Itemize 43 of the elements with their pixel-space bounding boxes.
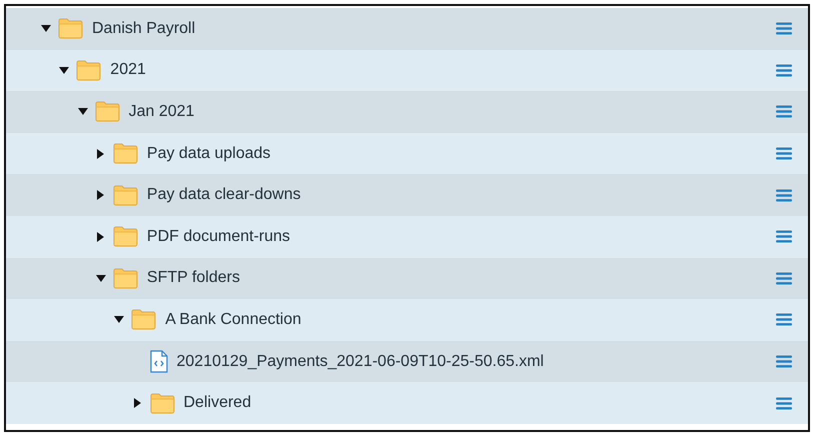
menu-icon[interactable] bbox=[776, 22, 792, 36]
tree-item-label: 2021 bbox=[110, 60, 146, 80]
tree-row[interactable]: PDF document-runs bbox=[6, 216, 808, 258]
tree-row[interactable]: SFTP folders bbox=[6, 258, 808, 300]
tree-row[interactable]: Delivered bbox=[6, 382, 808, 424]
menu-icon[interactable] bbox=[776, 188, 792, 202]
tree-item-label: A Bank Connection bbox=[165, 310, 302, 330]
menu-icon[interactable] bbox=[776, 105, 792, 118]
tree-item-label: Pay data clear-downs bbox=[146, 185, 301, 206]
folder-icon bbox=[94, 101, 120, 122]
tree-row[interactable]: Pay data uploads bbox=[6, 132, 808, 174]
tree-row[interactable]: Pay data clear-downs bbox=[6, 174, 808, 216]
menu-icon[interactable] bbox=[776, 355, 792, 368]
folder-icon bbox=[58, 18, 83, 40]
tree-item-label: 20210129_Payments_2021-06-09T10-25-50.65.xml bbox=[176, 352, 544, 372]
menu-icon[interactable] bbox=[776, 64, 792, 77]
folder-icon bbox=[112, 143, 138, 164]
tree-row[interactable]: Danish Payroll bbox=[6, 8, 808, 50]
tree-row[interactable]: A Bank Connection bbox=[6, 299, 808, 341]
menu-icon[interactable] bbox=[776, 396, 792, 410]
menu-icon[interactable] bbox=[776, 272, 792, 285]
tree-row[interactable]: 2021 bbox=[6, 50, 808, 92]
menu-icon[interactable] bbox=[776, 230, 792, 244]
code-file-icon bbox=[150, 350, 168, 374]
folder-icon bbox=[112, 226, 138, 248]
tree-item-label: PDF document-runs bbox=[146, 226, 290, 247]
tree-row[interactable]: 20210129_Payments_2021-06-09T10-25-50.65.xml bbox=[6, 340, 808, 382]
tree-item-label: Delivered bbox=[184, 393, 252, 414]
folder-icon bbox=[76, 60, 102, 81]
tree-item-label: Pay data uploads bbox=[146, 144, 271, 164]
folder-icon bbox=[150, 392, 174, 414]
expand-caret-icon[interactable] bbox=[132, 397, 144, 410]
menu-icon[interactable] bbox=[776, 313, 792, 326]
collapse-caret-icon[interactable] bbox=[58, 64, 70, 76]
collapse-caret-icon[interactable] bbox=[94, 272, 107, 284]
folder-icon bbox=[112, 268, 138, 289]
tree-item-label: Jan 2021 bbox=[128, 102, 194, 122]
folder-icon bbox=[112, 184, 138, 206]
menu-icon[interactable] bbox=[776, 147, 792, 160]
tree-row[interactable]: Jan 2021 bbox=[6, 91, 808, 133]
tree-item-label: SFTP folders bbox=[146, 268, 240, 288]
tree-item-label: Danish Payroll bbox=[92, 18, 196, 39]
folder-icon bbox=[131, 309, 156, 330]
